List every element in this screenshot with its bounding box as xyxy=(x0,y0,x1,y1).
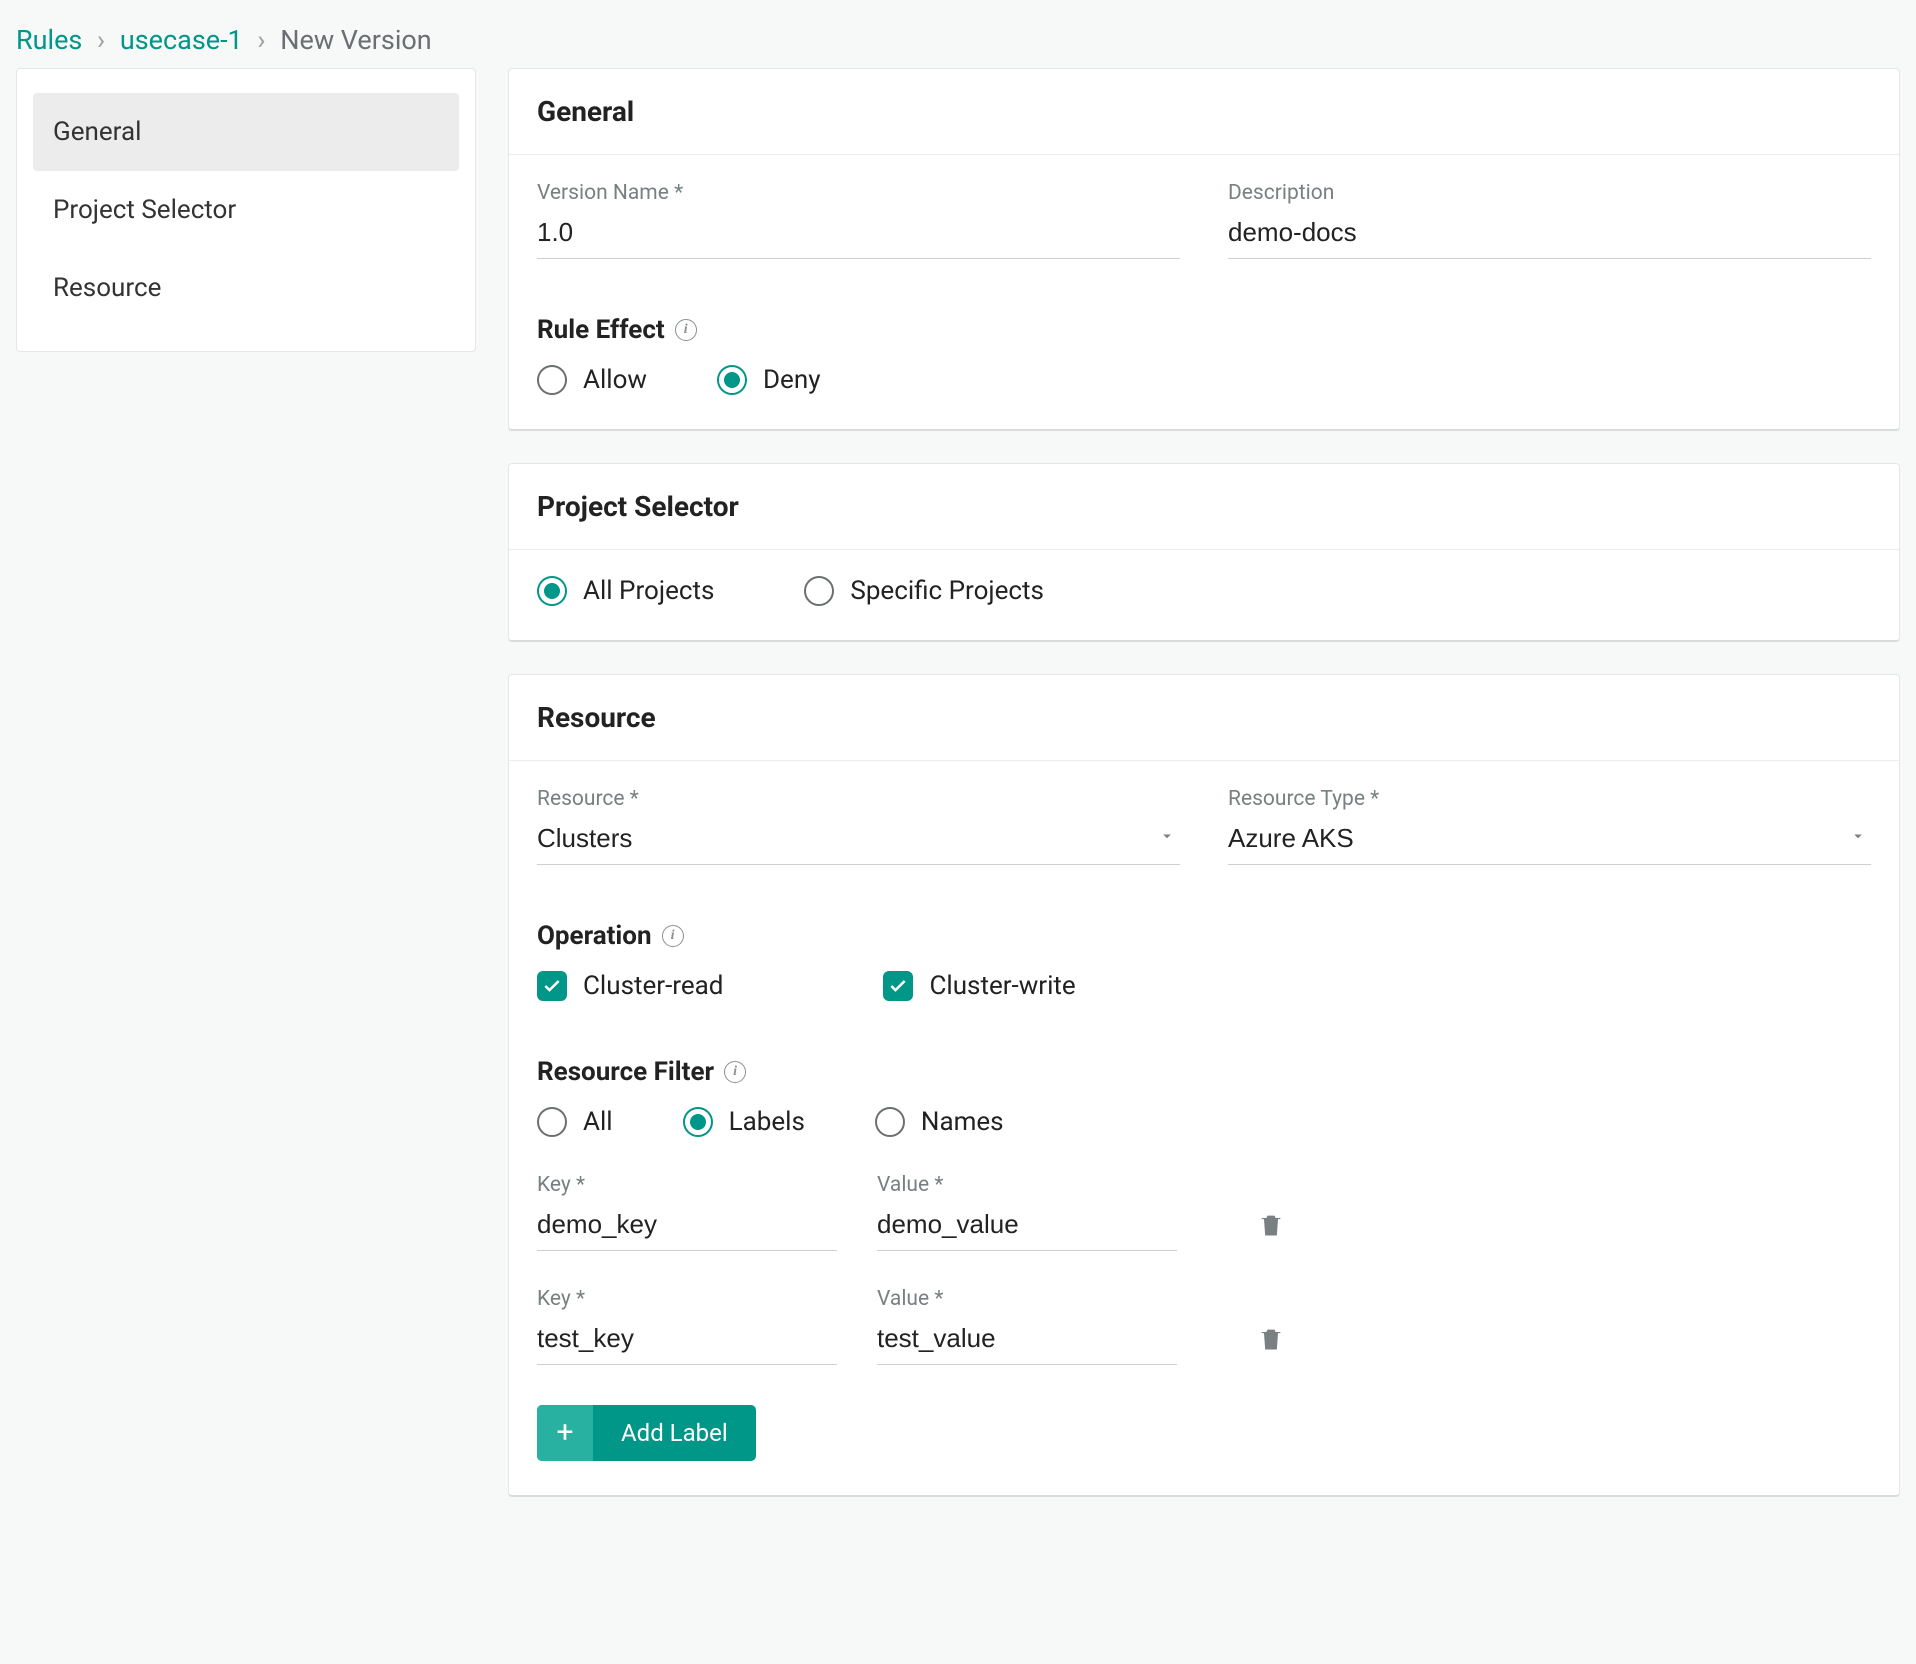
trash-icon[interactable] xyxy=(1257,1325,1285,1359)
radio-deny-label: Deny xyxy=(763,365,821,395)
resource-type-select[interactable] xyxy=(1228,817,1871,865)
resource-select[interactable] xyxy=(537,817,1180,865)
check-icon xyxy=(537,971,567,1001)
info-icon[interactable]: i xyxy=(662,925,684,947)
checkbox-cluster-read[interactable]: Cluster-read xyxy=(537,971,723,1001)
description-label: Description xyxy=(1228,181,1871,205)
radio-filter-labels[interactable]: Labels xyxy=(683,1107,805,1137)
label-value-label: Value * xyxy=(877,1173,1177,1197)
card-header-project-selector: Project Selector xyxy=(509,464,1899,550)
label-value-label: Value * xyxy=(877,1287,1177,1311)
checkbox-cluster-write[interactable]: Cluster-write xyxy=(883,971,1075,1001)
radio-filter-labels-label: Labels xyxy=(729,1107,805,1137)
resource-type-label: Resource Type * xyxy=(1228,787,1871,811)
radio-specific-projects[interactable]: Specific Projects xyxy=(804,576,1044,606)
card-project-selector: Project Selector All Projects Specific P… xyxy=(508,463,1900,642)
radio-all-projects-label: All Projects xyxy=(583,576,714,606)
breadcrumb-usecase[interactable]: usecase-1 xyxy=(120,24,243,56)
radio-allow[interactable]: Allow xyxy=(537,365,647,395)
sidebar-item-project-selector[interactable]: Project Selector xyxy=(33,171,459,249)
radio-circle-icon xyxy=(875,1107,905,1137)
checkbox-cluster-write-label: Cluster-write xyxy=(929,971,1075,1001)
check-icon xyxy=(883,971,913,1001)
radio-filter-all-label: All xyxy=(583,1107,613,1137)
radio-specific-projects-label: Specific Projects xyxy=(850,576,1044,606)
rule-effect-text: Rule Effect xyxy=(537,315,665,345)
radio-circle-icon xyxy=(537,1107,567,1137)
label-key-label: Key * xyxy=(537,1173,837,1197)
breadcrumb-current: New Version xyxy=(280,24,431,56)
description-input[interactable] xyxy=(1228,211,1871,259)
version-name-input[interactable] xyxy=(537,211,1180,259)
radio-filter-names[interactable]: Names xyxy=(875,1107,1004,1137)
checkbox-cluster-read-label: Cluster-read xyxy=(583,971,723,1001)
resource-filter-label: Resource Filter i xyxy=(537,1057,1871,1087)
trash-icon[interactable] xyxy=(1257,1211,1285,1245)
plus-icon: + xyxy=(537,1405,593,1461)
breadcrumb-sep: › xyxy=(97,24,105,56)
label-key-label: Key * xyxy=(537,1287,837,1311)
resource-label: Resource * xyxy=(537,787,1180,811)
breadcrumb: Rules › usecase-1 › New Version xyxy=(0,0,1916,68)
sidebar-item-general[interactable]: General xyxy=(33,93,459,171)
card-resource: Resource Resource * Resource Type * xyxy=(508,674,1900,1497)
radio-filter-all[interactable]: All xyxy=(537,1107,613,1137)
chevron-down-icon xyxy=(1158,823,1176,851)
radio-circle-icon xyxy=(537,576,567,606)
radio-deny[interactable]: Deny xyxy=(717,365,821,395)
sidebar-item-resource[interactable]: Resource xyxy=(33,249,459,327)
rule-effect-label: Rule Effect i xyxy=(537,315,1871,345)
radio-circle-icon xyxy=(537,365,567,395)
info-icon[interactable]: i xyxy=(724,1061,746,1083)
label-row: Key * Value * xyxy=(537,1173,1871,1251)
radio-all-projects[interactable]: All Projects xyxy=(537,576,714,606)
label-value-input[interactable] xyxy=(877,1317,1177,1365)
radio-circle-icon xyxy=(804,576,834,606)
add-label-button[interactable]: + Add Label xyxy=(537,1405,756,1461)
radio-allow-label: Allow xyxy=(583,365,647,395)
operation-label: Operation i xyxy=(537,921,1871,951)
breadcrumb-sep: › xyxy=(257,24,265,56)
chevron-down-icon xyxy=(1849,823,1867,851)
radio-circle-icon xyxy=(717,365,747,395)
add-label-text: Add Label xyxy=(593,1419,756,1447)
resource-filter-text: Resource Filter xyxy=(537,1057,714,1087)
card-general: General Version Name * Description Rule … xyxy=(508,68,1900,431)
radio-circle-icon xyxy=(683,1107,713,1137)
operation-text: Operation xyxy=(537,921,652,951)
label-key-input[interactable] xyxy=(537,1317,837,1365)
info-icon[interactable]: i xyxy=(675,319,697,341)
label-row: Key * Value * xyxy=(537,1287,1871,1365)
label-key-input[interactable] xyxy=(537,1203,837,1251)
sidebar: General Project Selector Resource xyxy=(16,68,476,352)
card-header-general: General xyxy=(509,69,1899,155)
breadcrumb-rules[interactable]: Rules xyxy=(16,24,82,56)
card-header-resource: Resource xyxy=(509,675,1899,761)
radio-filter-names-label: Names xyxy=(921,1107,1004,1137)
version-name-label: Version Name * xyxy=(537,181,1180,205)
label-value-input[interactable] xyxy=(877,1203,1177,1251)
